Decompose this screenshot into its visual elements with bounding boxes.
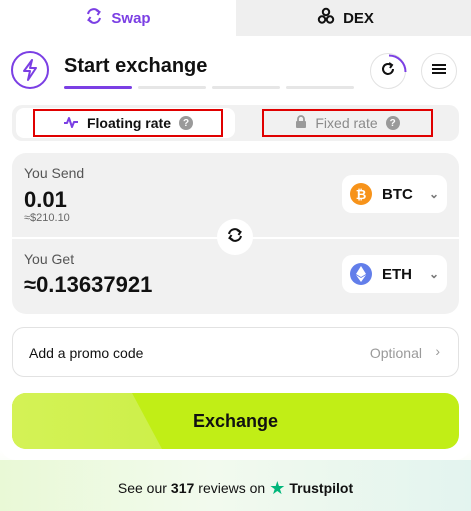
page-title: Start exchange bbox=[64, 55, 208, 77]
chevron-down-icon: ⌄ bbox=[428, 267, 439, 281]
send-usd-value: ≈$210.10 bbox=[24, 212, 70, 224]
send-label: You Send bbox=[24, 165, 85, 181]
fixed-rate-option[interactable]: Fixed rate ? bbox=[262, 109, 433, 137]
step-2 bbox=[138, 86, 206, 89]
tab-swap[interactable]: Swap bbox=[0, 0, 236, 36]
exchange-button[interactable]: Exchange bbox=[12, 393, 459, 449]
lock-icon bbox=[295, 114, 307, 132]
dex-icon bbox=[317, 7, 335, 30]
chevron-down-icon: ⌄ bbox=[428, 187, 439, 201]
send-amount-input[interactable]: 0.01 bbox=[24, 187, 67, 213]
progress-steps bbox=[64, 86, 354, 89]
swap-arrows-icon bbox=[85, 7, 103, 30]
help-icon[interactable]: ? bbox=[179, 116, 193, 130]
get-coin-select[interactable]: ETH ⌄ bbox=[342, 255, 447, 293]
footer-prefix: See our bbox=[117, 480, 167, 496]
promo-label: Add a promo code bbox=[29, 345, 144, 361]
get-coin-label: ETH bbox=[382, 265, 412, 283]
exchange-button-label: Exchange bbox=[192, 410, 279, 431]
trustpilot-footer[interactable]: See our 317 reviews on ★ Trustpilot bbox=[0, 478, 471, 498]
swap-direction-icon bbox=[227, 227, 243, 248]
promo-code-field[interactable]: Add a promo code Optional › bbox=[12, 327, 459, 377]
refresh-timer-ring bbox=[388, 54, 407, 73]
menu-button[interactable] bbox=[421, 53, 457, 89]
btc-icon: ₿ bbox=[350, 183, 372, 205]
button-sheen bbox=[12, 393, 162, 449]
eth-icon bbox=[350, 263, 372, 285]
footer-mid: reviews on bbox=[198, 480, 266, 496]
menu-icon bbox=[431, 62, 447, 81]
floating-rate-label: Floating rate bbox=[86, 115, 171, 131]
chevron-right-icon: › bbox=[435, 343, 440, 359]
refresh-button[interactable] bbox=[370, 53, 407, 89]
trustpilot-star-icon: ★ bbox=[269, 478, 286, 498]
swap-direction-button[interactable] bbox=[217, 219, 253, 255]
lightning-logo-icon bbox=[11, 51, 49, 89]
tab-swap-label: Swap bbox=[111, 9, 151, 27]
tab-dex-label: DEX bbox=[343, 9, 374, 27]
get-label: You Get bbox=[24, 251, 75, 267]
send-coin-select[interactable]: ₿ BTC ⌄ bbox=[342, 175, 447, 213]
floating-rate-option[interactable]: Floating rate ? bbox=[33, 109, 223, 137]
fixed-rate-label: Fixed rate bbox=[315, 115, 378, 131]
step-1 bbox=[64, 86, 132, 89]
trustpilot-brand: Trustpilot bbox=[289, 480, 354, 496]
step-3 bbox=[212, 86, 280, 89]
send-coin-label: BTC bbox=[382, 185, 413, 203]
get-amount: ≈0.13637921 bbox=[24, 272, 153, 297]
tab-dex[interactable]: DEX bbox=[220, 0, 471, 36]
step-4 bbox=[286, 86, 354, 89]
help-icon[interactable]: ? bbox=[385, 116, 400, 130]
promo-optional-hint: Optional bbox=[369, 345, 422, 361]
review-count: 317 bbox=[170, 480, 195, 496]
pulse-icon bbox=[63, 115, 79, 131]
tab-bar: DEX Swap bbox=[0, 0, 471, 36]
